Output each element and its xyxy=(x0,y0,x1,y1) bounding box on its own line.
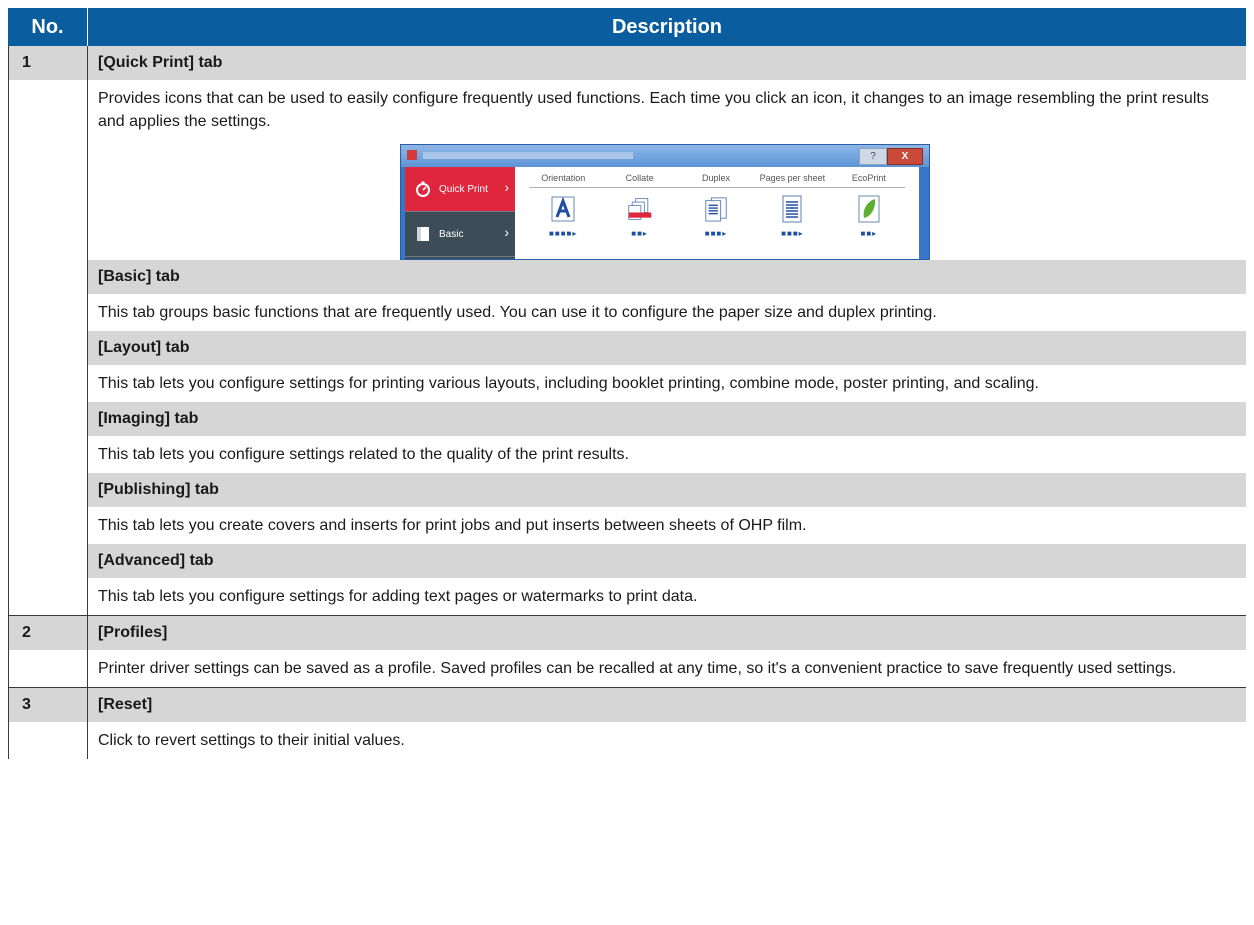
pages-per-sheet-cell[interactable]: ■■■▸ xyxy=(754,195,830,238)
row-description-cell: [Reset] Click to revert settings to thei… xyxy=(88,688,1246,759)
section-text: Printer driver settings can be saved as … xyxy=(98,660,1177,677)
option-headers: Orientation Collate Duplex Pages per she… xyxy=(525,173,907,183)
close-button[interactable]: X xyxy=(887,148,923,165)
help-button[interactable]: ? xyxy=(859,148,887,165)
section-text: This tab lets you create covers and inse… xyxy=(98,517,807,534)
page-dots-icon: ■■▸ xyxy=(860,229,878,238)
tab-quick-print-label: Quick Print xyxy=(439,183,488,195)
tab-basic-label: Basic xyxy=(439,228,464,240)
printer-icon xyxy=(407,150,417,160)
row-number-cell: 1 xyxy=(8,46,88,615)
page-dots-icon: ■■■■▸ xyxy=(549,229,578,238)
option-duplex: Duplex xyxy=(702,173,731,183)
duplex-cell[interactable]: ■■■▸ xyxy=(678,195,754,238)
tab-next[interactable] xyxy=(405,257,515,259)
driver-screenshot: ? X Quick Print › Basic › Orientation Co… xyxy=(88,140,1246,260)
page-dots-icon: ■■■▸ xyxy=(704,229,728,238)
section-text: Click to revert settings to their initia… xyxy=(98,732,405,749)
option-icons: ■■■■▸ ■■▸ ■■■▸ ■■■▸ ■■▸ xyxy=(525,195,907,238)
tab-sidebar: Quick Print › Basic › xyxy=(405,167,515,259)
row-description-cell: [Quick Print] tab Provides icons that ca… xyxy=(88,46,1246,615)
orientation-icon[interactable] xyxy=(550,195,576,223)
section-title: [Layout] tab xyxy=(88,331,1246,365)
ecoprint-leaf-icon[interactable] xyxy=(856,195,882,223)
section-title: [Reset] xyxy=(88,688,1246,722)
section-text: This tab lets you configure settings for… xyxy=(98,588,698,605)
option-ecoprint: EcoPrint xyxy=(851,173,886,183)
collate-cell[interactable]: ■■▸ xyxy=(601,195,677,238)
scrollbar[interactable] xyxy=(919,167,925,259)
collate-icon[interactable] xyxy=(627,195,653,223)
page-dots-icon: ■■▸ xyxy=(631,229,648,238)
chevron-right-icon: › xyxy=(504,179,509,195)
row-number: 2 xyxy=(9,616,87,650)
table-row: 1 [Quick Print] tab Provides icons that … xyxy=(8,46,1246,616)
window-titlebar: ? X xyxy=(401,145,929,167)
row-number-cell: 3 xyxy=(8,688,88,759)
section-title: [Basic] tab xyxy=(88,260,1246,294)
divider xyxy=(529,187,905,188)
row-number: 3 xyxy=(9,688,87,722)
orientation-cell[interactable]: ■■■■▸ xyxy=(525,195,601,238)
table-row: 3 [Reset] Click to revert settings to th… xyxy=(8,688,1246,759)
tab-basic[interactable]: Basic › xyxy=(405,212,515,256)
table-header: No. Description xyxy=(8,8,1246,46)
option-pages-per-sheet: Pages per sheet xyxy=(759,173,826,183)
section-text: Provides icons that can be used to easil… xyxy=(98,90,1209,130)
page-icon xyxy=(417,227,429,241)
window-body: Quick Print › Basic › Orientation Collat… xyxy=(405,167,925,259)
table-row: 2 [Profiles] Printer driver settings can… xyxy=(8,616,1246,688)
tab-quick-print[interactable]: Quick Print › xyxy=(405,167,515,211)
driver-window: ? X Quick Print › Basic › Orientation Co… xyxy=(400,144,930,260)
row-number: 1 xyxy=(9,46,87,80)
ecoprint-cell[interactable]: ■■▸ xyxy=(831,195,907,238)
stopwatch-icon xyxy=(416,181,430,197)
section-title: [Advanced] tab xyxy=(88,544,1246,578)
row-description-cell: [Profiles] Printer driver settings can b… xyxy=(88,616,1246,687)
window-title xyxy=(423,152,633,159)
section-text: This tab lets you configure settings for… xyxy=(98,375,1039,392)
section-title: [Publishing] tab xyxy=(88,473,1246,507)
duplex-icon[interactable] xyxy=(703,195,729,223)
row-number-cell: 2 xyxy=(8,616,88,687)
header-description: Description xyxy=(611,15,723,38)
description-table: No. Description 1 [Quick Print] tab Prov… xyxy=(8,8,1246,759)
section-text: This tab lets you configure settings rel… xyxy=(98,446,629,463)
option-collate: Collate xyxy=(625,173,654,183)
section-title: [Profiles] xyxy=(88,616,1246,650)
section-text: This tab groups basic functions that are… xyxy=(98,304,937,321)
page-dots-icon: ■■■▸ xyxy=(781,229,804,238)
chevron-right-icon: › xyxy=(504,224,509,240)
section-title: [Quick Print] tab xyxy=(88,46,1246,80)
section-title: [Imaging] tab xyxy=(88,402,1246,436)
option-orientation: Orientation xyxy=(541,173,586,183)
quick-print-panel: Orientation Collate Duplex Pages per she… xyxy=(515,167,925,259)
pages-per-sheet-icon[interactable] xyxy=(779,195,805,223)
header-no: No. xyxy=(8,8,88,46)
